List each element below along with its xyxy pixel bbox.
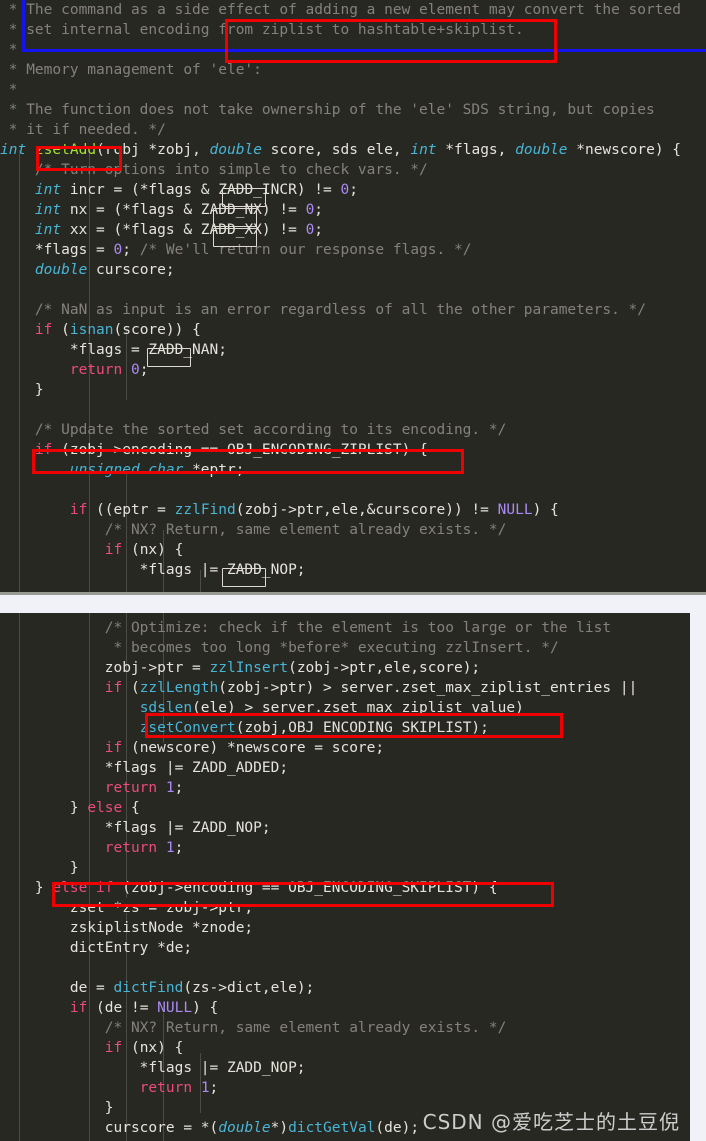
code-line: *flags |= ZADD_ADDED; xyxy=(0,760,289,776)
code-line: unsigned char *eptr; xyxy=(69,462,245,478)
code-line: int xx = (*flags & ZADD_XX) != 0; xyxy=(34,222,324,238)
code-line: * Memory management of 'ele': xyxy=(0,62,262,78)
code-line: /* NX? Return, same element already exis… xyxy=(0,1020,507,1036)
code-line: /* Turn options into simple to check var… xyxy=(0,162,428,178)
code-line: } else if (zobj->encoding == OBJ_ENCODIN… xyxy=(0,880,498,896)
code-line: *flags |= ZADD_NOP; xyxy=(0,562,306,578)
code-text-top: * The command as a side effect of adding… xyxy=(0,0,681,580)
code-line: zobj->ptr = zzlInsert(zobj->ptr,ele,scor… xyxy=(0,660,481,676)
code-line: } xyxy=(0,382,44,398)
code-line: *flags |= ZADD_NOP; xyxy=(0,820,271,836)
code-line: /* Optimize: check if the element is too… xyxy=(0,620,612,636)
panel-separator xyxy=(0,592,706,613)
csdn-watermark: CSDN @爱吃芝士的土豆倪 xyxy=(422,1110,680,1134)
code-line: } xyxy=(0,860,79,876)
code-text-bottom: /* Optimize: check if the element is too… xyxy=(0,618,637,1138)
code-line: /* Update the sorted set according to it… xyxy=(0,422,507,438)
page-right-margin xyxy=(690,613,706,1141)
code-line: * becomes too long *before* executing zz… xyxy=(0,640,559,656)
code-line: zset *zs = zobj->ptr; xyxy=(0,900,254,916)
code-line: return 1; xyxy=(104,780,184,796)
code-line: sdslen(ele) > server.zset_max_ziplist_va… xyxy=(139,700,524,716)
code-line: return 0; xyxy=(69,362,149,378)
code-line: * xyxy=(0,82,18,98)
code-line: /* NX? Return, same element already exis… xyxy=(0,522,507,538)
code-line: * The command as a side effect of adding… xyxy=(0,2,681,18)
code-line: /* NaN as input is an error regardless o… xyxy=(0,302,647,318)
code-line: dictEntry *de; xyxy=(0,940,193,956)
code-line: * set internal encoding from ziplist to … xyxy=(0,22,524,38)
code-line: double curscore; xyxy=(34,262,175,278)
code-line: * The function does not take ownership o… xyxy=(0,102,655,118)
code-line: int nx = (*flags & ZADD_NX) != 0; xyxy=(34,202,324,218)
code-line: if (zzlLength(zobj->ptr) > server.zset_m… xyxy=(104,680,638,696)
separator-rule xyxy=(0,592,706,595)
code-line: zskiplistNode *znode; xyxy=(0,920,254,936)
code-line: return 1; xyxy=(104,840,184,856)
code-line: * xyxy=(0,42,18,58)
code-line: de = dictFind(zs->dict,ele); xyxy=(0,980,315,996)
code-line: if ((eptr = zzlFind(zobj->ptr,ele,&cursc… xyxy=(69,502,559,518)
code-line: *flags |= ZADD_NOP; xyxy=(0,1060,306,1076)
code-line: } else { xyxy=(0,800,140,816)
code-line: if (isnan(score)) { xyxy=(34,322,201,338)
code-line: if (newscore) *newscore = score; xyxy=(104,740,385,756)
code-line: return 1; xyxy=(139,1080,219,1096)
code-panel-bottom: /* Optimize: check if the element is too… xyxy=(0,613,690,1141)
code-line: if (de != NULL) { xyxy=(69,1000,219,1016)
code-line: * it if needed. */ xyxy=(0,122,166,138)
code-line: if (zobj->encoding == OBJ_ENCODING_ZIPLI… xyxy=(34,442,428,458)
code-line: *flags = 0; /* We'll return our response… xyxy=(0,242,472,258)
code-line: if (nx) { xyxy=(104,542,184,558)
code-line: int incr = (*flags & ZADD_INCR) != 0; xyxy=(34,182,358,198)
code-line: zsetConvert(zobj,OBJ_ENCODING_SKIPLIST); xyxy=(139,720,489,736)
code-panel-top: * The command as a side effect of adding… xyxy=(0,0,706,592)
code-line: *flags = ZADD_NAN; xyxy=(0,342,227,358)
code-line: if (nx) { xyxy=(104,1040,184,1056)
code-line: int zsetAdd(robj *zobj, double score, sd… xyxy=(0,142,682,158)
